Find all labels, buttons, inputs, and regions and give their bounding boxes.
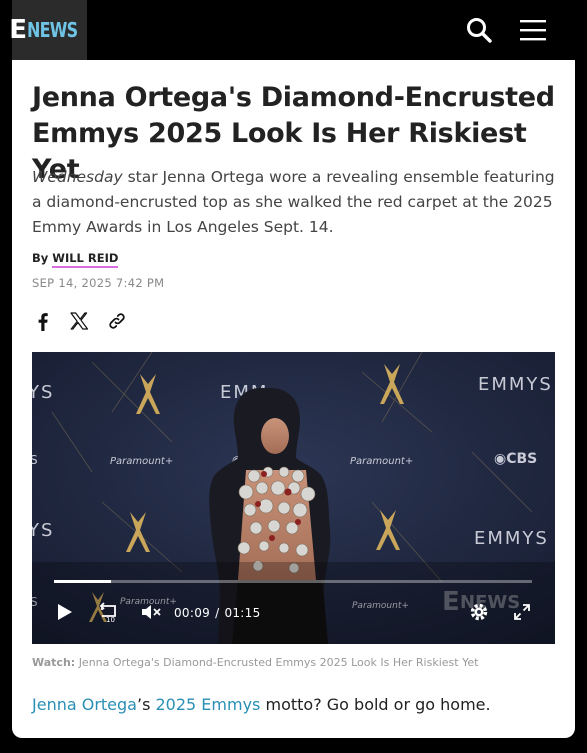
settings-gear-icon[interactable] [469, 602, 489, 622]
video-time: 00:09 / 01:15 [174, 606, 261, 620]
svg-text:Paramount+: Paramount+ [110, 456, 173, 467]
svg-text:S: S [32, 453, 38, 467]
body-apostrophe: ’s [136, 695, 156, 714]
byline-label: By [32, 251, 53, 265]
svg-text:Paramount+: Paramount+ [350, 456, 413, 467]
article-body-paragraph: Jenna Ortega’s 2025 Emmys motto? Go bold… [32, 695, 557, 714]
svg-text:◉CBS: ◉CBS [494, 451, 537, 467]
byline: By WILL REID [32, 251, 119, 268]
article-dek: Wednesday star Jenna Ortega wore a revea… [32, 165, 557, 240]
video-caption: Watch: Jenna Ortega's Diamond-Encrusted … [32, 656, 557, 669]
video-player[interactable]: YS EMM EMMYS YS EM EMMYS Paramount+ Para… [32, 352, 555, 644]
video-progress-fill [54, 580, 112, 583]
caption-text: Jenna Ortega's Diamond-Encrusted Emmys 2… [78, 656, 479, 669]
top-nav-bar: E NEWS [0, 0, 587, 60]
body-rest-text: motto? Go bold or go home. [260, 695, 491, 714]
jenna-ortega-link[interactable]: Jenna Ortega [32, 695, 137, 714]
logo-news: NEWS [26, 18, 78, 42]
time-separator: / [215, 606, 220, 620]
link-icon[interactable] [106, 310, 128, 332]
svg-text:EMMYS: EMMYS [478, 374, 553, 395]
svg-text:10: 10 [106, 616, 115, 623]
article-card: Jenna Ortega's Diamond-Encrusted Emmys 2… [12, 60, 575, 738]
logo-e: E [9, 15, 27, 45]
current-time: 00:09 [174, 606, 211, 620]
dek-show-title: Wednesday [32, 168, 123, 186]
svg-text:YS: YS [32, 382, 54, 403]
caption-label: Watch: [32, 656, 76, 669]
mute-icon[interactable] [140, 603, 162, 621]
svg-text:EMMYS: EMMYS [474, 528, 549, 549]
facebook-icon[interactable] [32, 310, 54, 332]
emmys-2025-link[interactable]: 2025 Emmys [156, 695, 261, 714]
video-progress-bar[interactable] [54, 580, 532, 583]
enews-logo[interactable]: E NEWS [9, 0, 87, 60]
publish-date: SEP 14, 2025 7:42 PM [32, 276, 165, 290]
fullscreen-icon[interactable] [513, 603, 531, 621]
duration: 01:15 [224, 606, 261, 620]
svg-text:YS: YS [32, 520, 54, 541]
hamburger-menu-icon[interactable] [519, 17, 547, 43]
play-icon[interactable] [56, 602, 74, 622]
x-icon[interactable] [68, 310, 90, 332]
author-link[interactable]: WILL REID [52, 251, 119, 268]
replay-10-icon[interactable]: 10 [98, 601, 120, 623]
search-icon[interactable] [466, 17, 492, 43]
